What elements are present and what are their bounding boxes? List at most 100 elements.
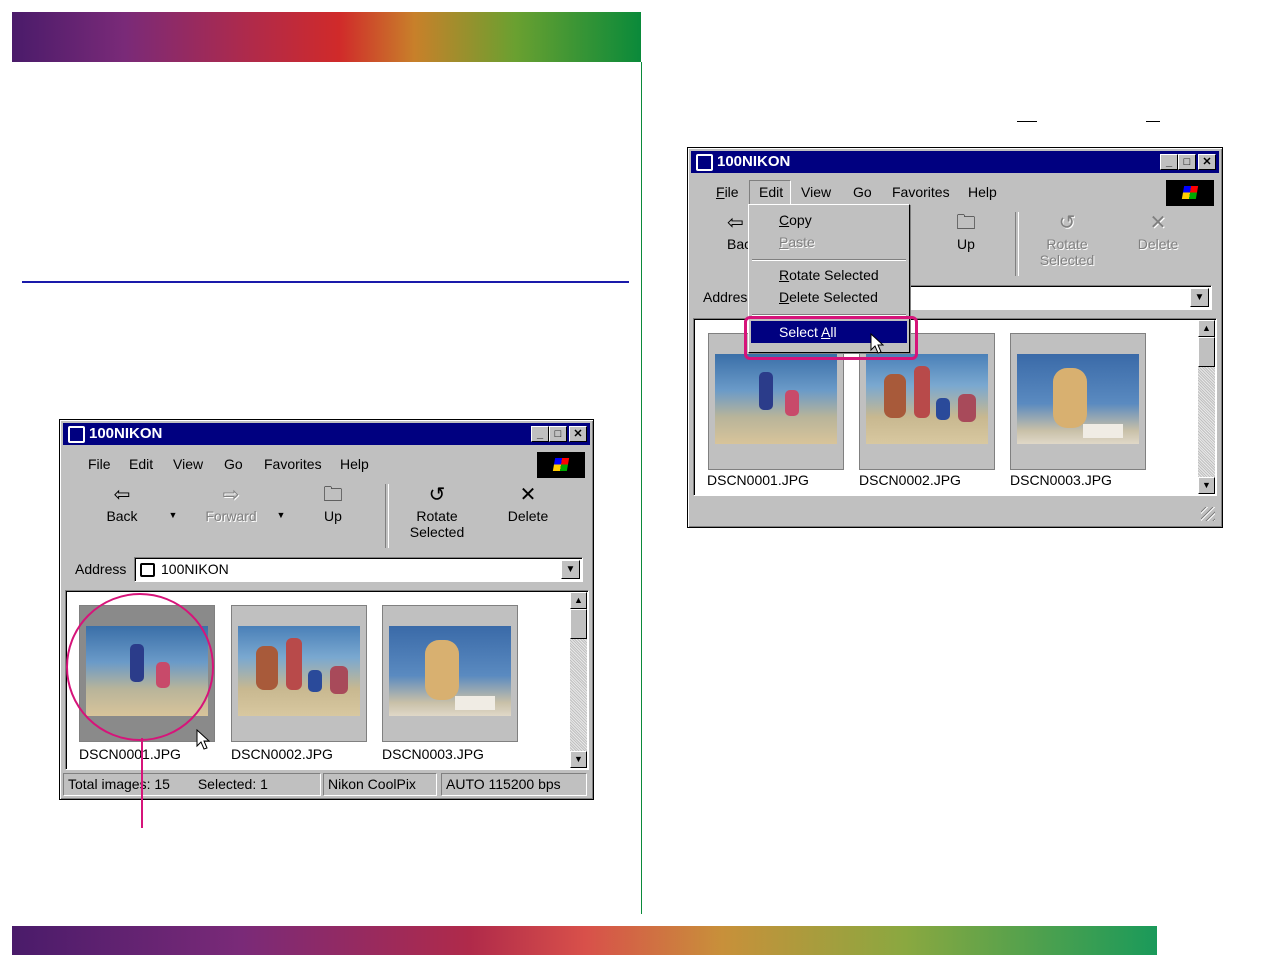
menu-edit[interactable]: Edit [759,184,783,200]
menu-edit[interactable]: Edit [129,456,153,472]
up-button[interactable]: 🗀 Up [936,212,996,252]
scroll-thumb[interactable] [570,609,587,639]
forward-dropdown[interactable]: ▼ [275,510,287,520]
folder-camera-icon [140,563,155,577]
status-camera: Nikon CoolPix [323,773,437,796]
menu-view[interactable]: View [173,456,203,472]
close-icon[interactable]: ✕ [1198,154,1216,170]
minimize-icon[interactable]: _ [531,426,549,442]
underline-mark [1146,121,1160,122]
column-divider [641,62,642,914]
underline-mark [1017,121,1037,122]
rotate-label: Rotate [416,508,458,524]
menu-go[interactable]: Go [224,456,243,472]
delete-x-icon: ✕ [519,484,537,506]
windows-logo-icon [1166,180,1214,206]
title-bar: 100NIKON _ □ ✕ [63,423,590,445]
menu-item-paste[interactable]: Paste [751,231,907,253]
rotate-icon: ↺ [1058,212,1076,234]
address-field[interactable]: 100NIKON ▼ [134,557,583,582]
delete-label: Delete [1137,236,1179,252]
menu-view[interactable]: View [801,184,831,200]
cursor-arrow-icon [196,729,210,750]
title-bar: 100NIKON _ □ ✕ [691,151,1219,173]
resize-grip-icon[interactable] [1201,507,1215,521]
rotate-label-2: Selected [1039,252,1095,268]
folder-camera-icon [696,154,713,171]
file-name: DSCN0003.JPG [1010,472,1112,488]
close-icon[interactable]: ✕ [569,426,587,442]
vertical-scrollbar[interactable]: ▲ ▼ [1198,320,1215,494]
menu-item-delete-selected[interactable]: Delete Selected [751,286,907,308]
windows-logo-icon [537,452,585,478]
menu-favorites[interactable]: Favorites [892,184,950,200]
maximize-icon[interactable]: □ [1178,154,1196,170]
back-label: Back [106,508,138,524]
rotate-selected-button[interactable]: ↺ Rotate Selected [1024,212,1110,268]
address-bar: Address 100NIKON ▼ [63,554,590,584]
rotate-icon: ↺ [428,484,446,506]
status-port: AUTO 115200 bps [441,773,587,796]
thumbnail-item[interactable] [382,605,518,742]
callout-line [141,738,143,828]
delete-button[interactable]: ✕ Delete [495,484,561,524]
thumbnail-item[interactable] [231,605,367,742]
up-label: Up [324,508,342,524]
address-value: 100NIKON [161,561,229,577]
highlight-rectangle [744,316,918,360]
scroll-up-icon[interactable]: ▲ [1198,320,1215,337]
status-total: Total images: 15 [68,776,170,792]
window-title: 100NIKON [717,153,791,170]
toolbar-separator [1015,212,1019,276]
scroll-up-icon[interactable]: ▲ [570,592,587,609]
scroll-down-icon[interactable]: ▼ [1198,477,1215,494]
window-title: 100NIKON [89,425,163,442]
menu-bar: File Edit View Go Favorites Help [63,452,590,478]
delete-button[interactable]: ✕ Delete [1125,212,1191,252]
menu-bar: File Edit View Go Favorites Help [691,180,1219,206]
up-folder-icon: 🗀 [956,212,976,234]
address-label: Addres [703,289,748,305]
menu-item-copy[interactable]: Copy [751,209,907,231]
top-gradient-band [12,12,641,62]
dropdown-arrow-icon[interactable]: ▼ [1190,288,1209,307]
up-folder-icon: 🗀 [323,484,343,506]
forward-label: Forward [205,508,257,524]
scroll-thumb[interactable] [1198,337,1215,367]
forward-button[interactable]: ⇨ Forward [193,484,269,524]
highlight-circle [66,593,214,741]
file-name: DSCN0002.JPG [859,472,961,488]
file-name: DSCN0001.JPG [79,746,181,762]
file-name: DSCN0001.JPG [707,472,809,488]
delete-x-icon: ✕ [1149,212,1167,234]
forward-arrow-icon: ⇨ [222,484,240,506]
thumbnail-item[interactable] [1010,333,1146,470]
toolbar: ⇦ Back ▼ ⇨ Forward ▼ 🗀 Up ↺ Rotate Selec… [63,482,590,550]
vertical-scrollbar[interactable]: ▲ ▼ [570,592,587,768]
photo-thumbnail [866,354,988,444]
back-button[interactable]: ⇦ Back [87,484,157,524]
minimize-icon[interactable]: _ [1160,154,1178,170]
up-label: Up [957,236,975,252]
menu-file[interactable]: File [88,456,111,472]
menu-help[interactable]: Help [968,184,997,200]
menu-item-rotate-selected[interactable]: Rotate Selected [751,264,907,286]
status-selected: Selected: 1 [197,776,268,792]
photo-thumbnail [1017,354,1139,444]
up-button[interactable]: 🗀 Up [303,484,363,524]
menu-help[interactable]: Help [340,456,369,472]
dropdown-arrow-icon[interactable]: ▼ [561,560,580,579]
back-dropdown[interactable]: ▼ [167,510,179,520]
menu-file[interactable]: File [716,184,739,200]
photo-thumbnail [715,354,837,444]
menu-favorites[interactable]: Favorites [264,456,322,472]
menu-go[interactable]: Go [853,184,872,200]
menu-separator [752,259,906,261]
rotate-selected-button[interactable]: ↺ Rotate Selected [395,484,479,540]
photo-thumbnail [238,626,360,716]
scroll-down-icon[interactable]: ▼ [570,751,587,768]
status-images: Total images: 15 Selected: 1 [63,773,321,796]
bottom-gradient-band [12,926,1157,955]
maximize-icon[interactable]: □ [549,426,567,442]
cursor-arrow-icon [870,333,884,354]
